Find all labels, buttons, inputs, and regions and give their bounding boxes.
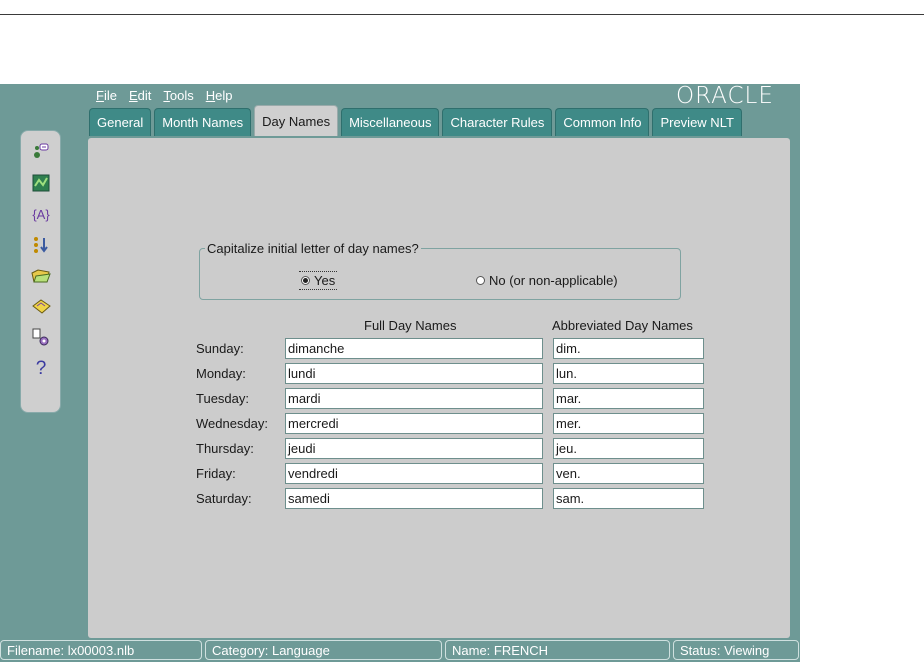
sort-icon[interactable]	[30, 234, 52, 256]
connect-icon[interactable]	[30, 141, 52, 163]
map-icon[interactable]	[30, 172, 52, 194]
tab-miscellaneous[interactable]: Miscellaneous	[341, 108, 440, 136]
tab-common-info[interactable]: Common Info	[555, 108, 650, 136]
full-name-field-wednesday[interactable]: mercredi	[285, 413, 543, 434]
capitalize-no-radio[interactable]: No (or non-applicable)	[476, 273, 618, 288]
top-divider	[0, 14, 924, 15]
open-folder-icon[interactable]	[30, 265, 52, 287]
tab-month-names[interactable]: Month Names	[154, 108, 252, 136]
oracle-logo: ORACLE	[676, 83, 774, 109]
full-name-field-tuesday[interactable]: mardi	[285, 388, 543, 409]
menu-edit[interactable]: Edit	[129, 88, 151, 106]
abbr-name-field-friday[interactable]: ven.	[553, 463, 704, 484]
status-state: Status: Viewing	[673, 640, 799, 660]
radio-selected-icon	[301, 276, 310, 285]
menu-tools[interactable]: Tools	[163, 88, 193, 106]
full-name-field-friday[interactable]: vendredi	[285, 463, 543, 484]
tab-general[interactable]: General	[89, 108, 152, 136]
full-name-field-sunday[interactable]: dimanche	[285, 338, 543, 359]
abbr-name-field-tuesday[interactable]: mar.	[553, 388, 704, 409]
day-label-saturday: Saturday:	[196, 491, 252, 506]
day-label-tuesday: Tuesday:	[196, 391, 249, 406]
status-filename: Filename: lx00003.nlb	[0, 640, 202, 660]
full-name-field-saturday[interactable]: samedi	[285, 488, 543, 509]
day-label-friday: Friday:	[196, 466, 236, 481]
capitalize-yes-radio[interactable]: Yes	[299, 271, 338, 290]
tab-bar: General Month Names Day Names Miscellane…	[89, 105, 742, 136]
tab-preview-nlt[interactable]: Preview NLT	[652, 108, 742, 136]
status-name: Name: FRENCH	[445, 640, 670, 660]
full-day-names-header: Full Day Names	[364, 318, 457, 333]
menu-file[interactable]: File	[96, 88, 117, 106]
capitalize-yes-focus: Yes	[299, 271, 338, 290]
abbr-name-field-thursday[interactable]: jeu.	[553, 438, 704, 459]
capitalize-legend: Capitalize initial letter of day names?	[205, 241, 421, 256]
radio-unselected-icon	[476, 276, 485, 285]
status-category: Category: Language	[205, 640, 442, 660]
day-label-sunday: Sunday:	[196, 341, 244, 356]
day-label-wednesday: Wednesday:	[196, 416, 269, 431]
save-disk-icon[interactable]	[30, 296, 52, 318]
tab-day-names[interactable]: Day Names	[254, 105, 339, 136]
menu-help[interactable]: Help	[206, 88, 233, 106]
full-name-field-monday[interactable]: lundi	[285, 363, 543, 384]
abbr-name-field-saturday[interactable]: sam.	[553, 488, 704, 509]
capitalize-no-label: No (or non-applicable)	[489, 273, 618, 288]
day-names-panel: Capitalize initial letter of day names? …	[88, 138, 790, 638]
vertical-toolbar: {A} ?	[20, 130, 61, 413]
nls-locale-builder-window: File Edit Tools Help ORACLE General Mont…	[0, 83, 800, 662]
status-bar: Filename: lx00003.nlb Category: Language…	[0, 639, 800, 662]
abbr-name-field-monday[interactable]: lun.	[553, 363, 704, 384]
full-name-field-thursday[interactable]: jeudi	[285, 438, 543, 459]
variable-braces-icon[interactable]: {A}	[30, 203, 52, 225]
tab-character-rules[interactable]: Character Rules	[442, 108, 553, 136]
help-question-icon[interactable]: ?	[30, 358, 52, 380]
menu-bar: File Edit Tools Help	[96, 88, 232, 106]
day-label-thursday: Thursday:	[196, 441, 254, 456]
day-label-monday: Monday:	[196, 366, 246, 381]
settings-gears-icon[interactable]	[30, 327, 52, 349]
abbr-name-field-wednesday[interactable]: mer.	[553, 413, 704, 434]
abbreviated-day-names-header: Abbreviated Day Names	[552, 318, 693, 333]
abbr-name-field-sunday[interactable]: dim.	[553, 338, 704, 359]
capitalize-yes-label: Yes	[314, 273, 336, 288]
